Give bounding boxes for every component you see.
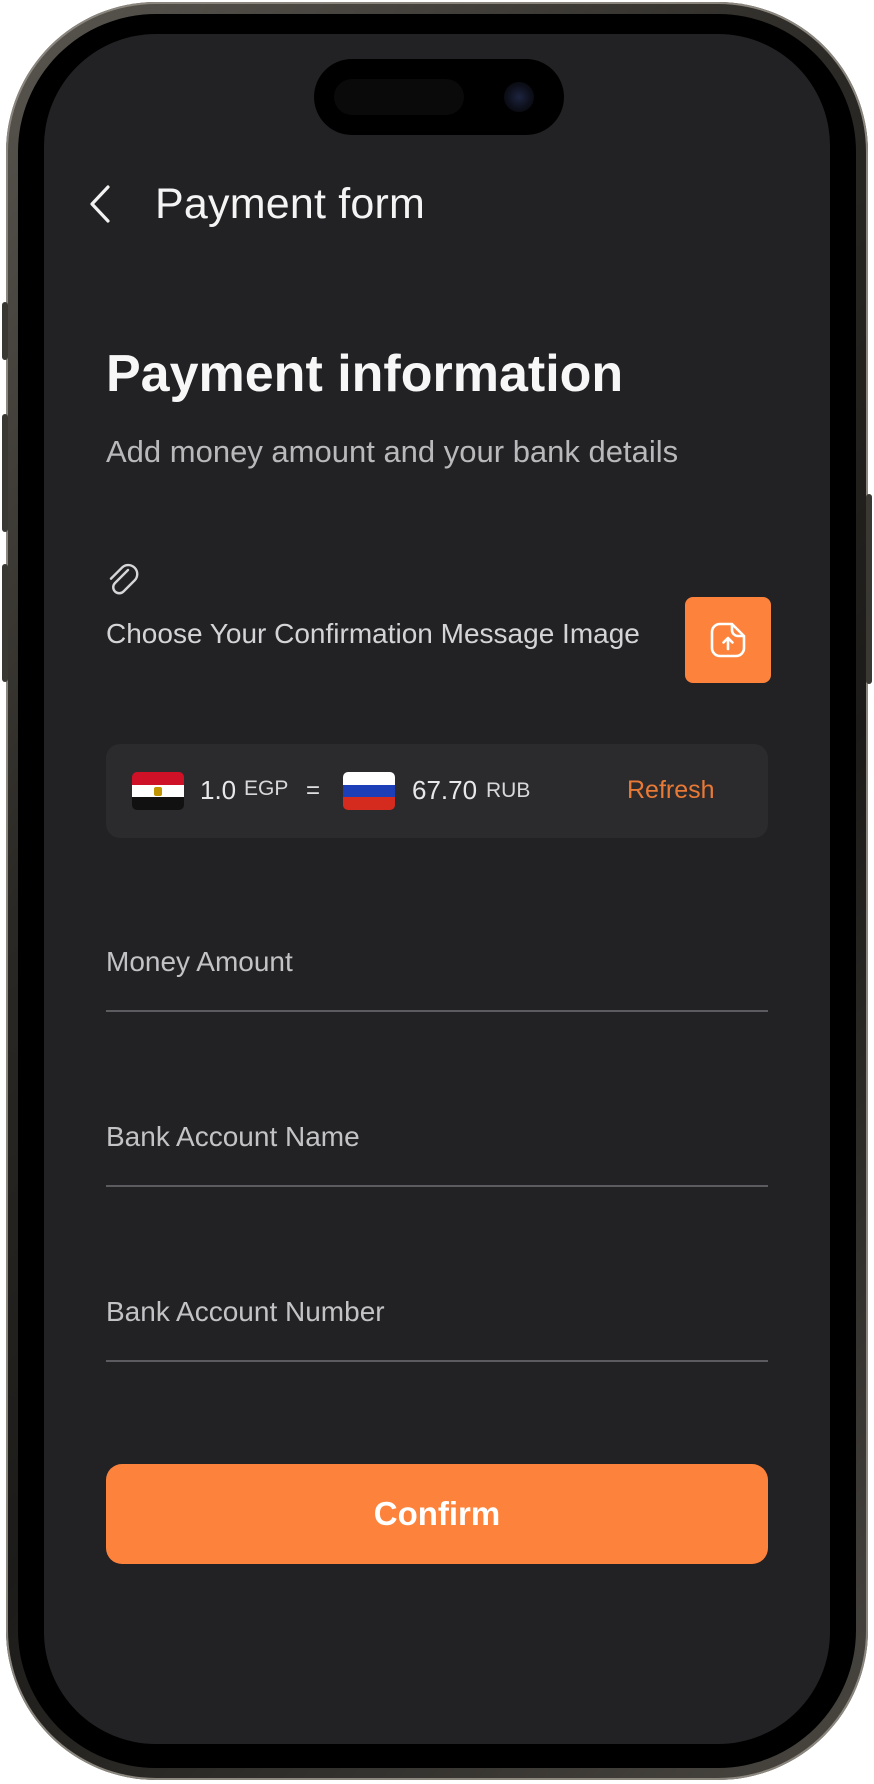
section-title: Payment information bbox=[106, 345, 624, 403]
bank-account-name-field bbox=[106, 1089, 768, 1189]
chevron-left-icon bbox=[90, 185, 110, 223]
russia-flag-icon bbox=[343, 772, 395, 810]
refresh-rate-link[interactable]: Refresh bbox=[627, 775, 715, 805]
money-amount-input[interactable] bbox=[106, 914, 768, 1012]
sensor-area bbox=[334, 79, 464, 115]
bank-account-number-input[interactable] bbox=[106, 1264, 768, 1362]
exchange-rate-card: 1.0 EGP = 67.70 RUB Refresh bbox=[106, 744, 768, 838]
section-subtitle: Add money amount and your bank details bbox=[106, 434, 679, 469]
power-button bbox=[866, 494, 872, 684]
dynamic-island bbox=[314, 59, 564, 135]
egypt-flag-icon bbox=[132, 772, 184, 810]
app-header: Payment form bbox=[44, 159, 830, 249]
camera-icon bbox=[504, 82, 534, 112]
action-button bbox=[2, 302, 8, 360]
from-currency: EGP bbox=[244, 777, 289, 800]
equals-sign: = bbox=[306, 777, 321, 804]
volume-down-button bbox=[2, 564, 8, 682]
money-amount-field bbox=[106, 914, 768, 1014]
upload-image-button[interactable] bbox=[685, 597, 771, 683]
bank-account-name-input[interactable] bbox=[106, 1089, 768, 1187]
volume-up-button bbox=[2, 414, 8, 532]
confirm-button[interactable]: Confirm bbox=[106, 1464, 768, 1564]
to-currency: RUB bbox=[486, 779, 531, 802]
bank-account-number-field bbox=[106, 1264, 768, 1364]
page-title: Payment form bbox=[155, 180, 426, 228]
back-button[interactable] bbox=[78, 181, 122, 227]
from-amount: 1.0 bbox=[200, 775, 237, 805]
to-amount: 67.70 bbox=[412, 775, 478, 805]
attachment-label: Choose Your Confirmation Message Image bbox=[106, 618, 640, 649]
paperclip-icon bbox=[104, 560, 144, 600]
app-screen: Payment form Payment information Add mon… bbox=[44, 34, 830, 1744]
file-upload-icon bbox=[710, 622, 746, 658]
